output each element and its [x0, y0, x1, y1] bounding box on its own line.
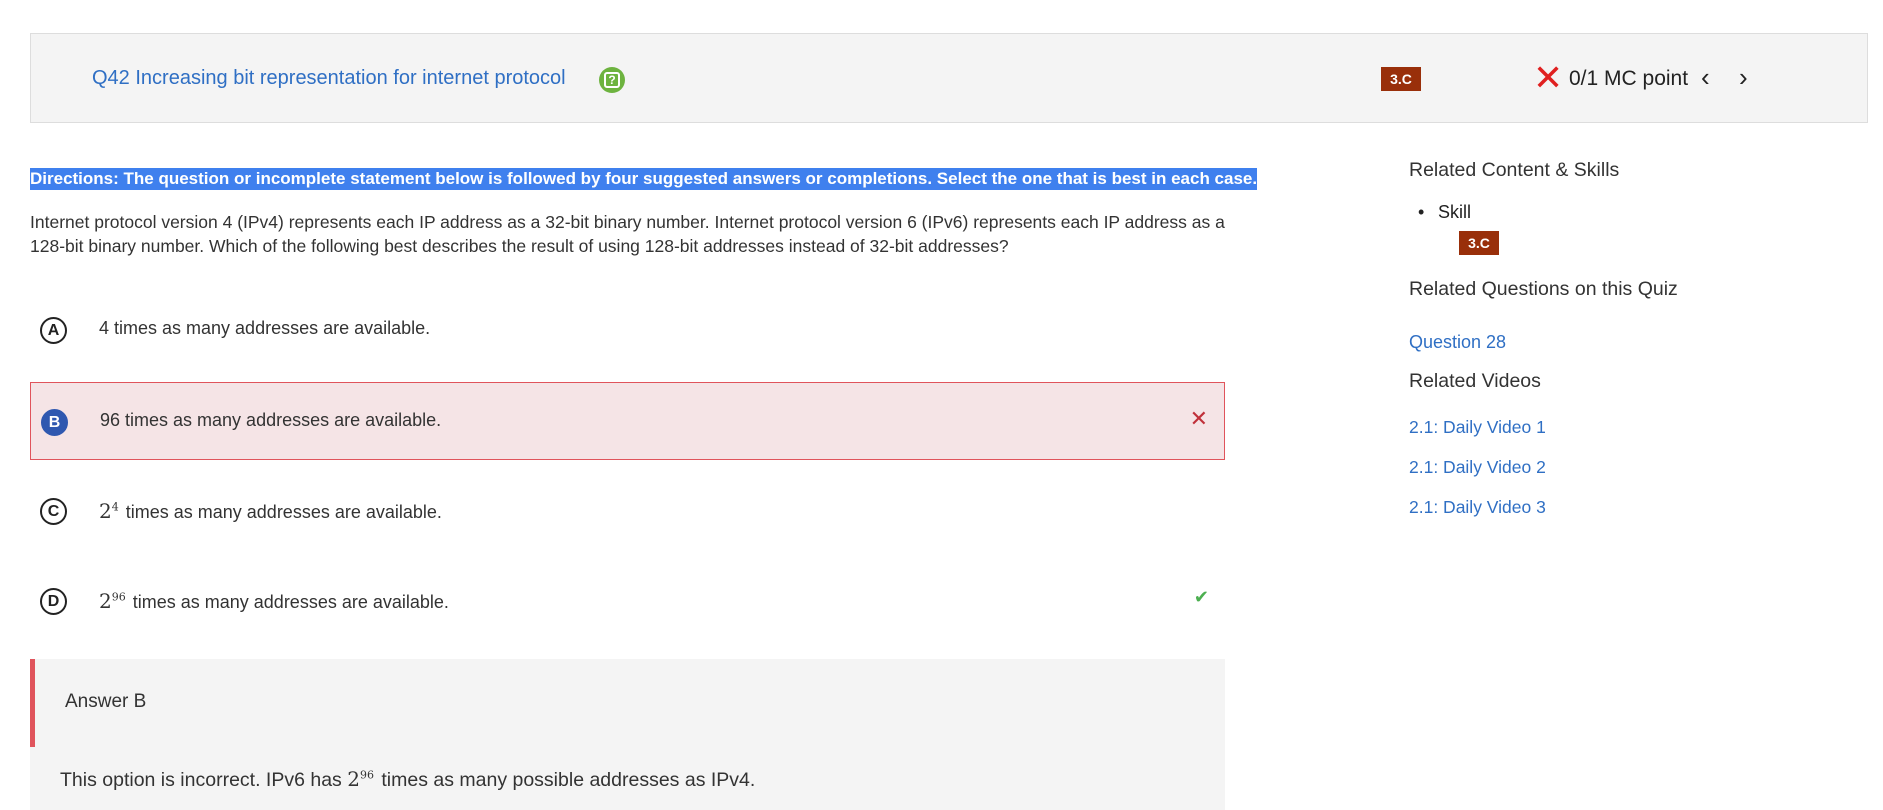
next-question-icon[interactable]: › — [1739, 62, 1748, 92]
related-questions-heading: Related Questions on this Quiz — [1409, 278, 1678, 300]
option-letter[interactable]: C — [40, 498, 67, 525]
video-link-2[interactable]: 2.1: Daily Video 2 — [1409, 457, 1546, 478]
previous-question-icon[interactable]: ‹ — [1701, 62, 1710, 92]
incorrect-indicator-bar — [30, 659, 35, 747]
question-title[interactable]: Q42 Increasing bit representation for in… — [92, 67, 566, 90]
question-stem: Internet protocol version 4 (IPv4) repre… — [30, 212, 1225, 256]
answer-explanation: Answer B This option is incorrect. IPv6 … — [30, 659, 1225, 810]
related-videos-heading: Related Videos — [1409, 370, 1541, 392]
option-text: 96 times as many addresses are available… — [100, 410, 442, 430]
answer-option-a[interactable]: A 4 times as many addresses are availabl… — [30, 291, 1225, 369]
math-power: 296 — [99, 589, 126, 613]
related-content-heading: Related Content & Skills — [1409, 159, 1620, 181]
related-question-link[interactable]: Question 28 — [1409, 332, 1506, 353]
checkmark-icon: ✔ — [1193, 587, 1209, 607]
video-link-1[interactable]: 2.1: Daily Video 1 — [1409, 417, 1546, 438]
option-text: 4 times as many addresses are available. — [99, 318, 431, 338]
answer-heading: Answer B — [65, 691, 147, 712]
skill-list-item: Skill — [1418, 202, 1471, 223]
option-letter[interactable]: D — [40, 588, 67, 615]
answer-body: This option is incorrect. IPv6 has 296 t… — [60, 767, 756, 791]
video-link-3[interactable]: 2.1: Daily Video 3 — [1409, 497, 1546, 518]
option-letter[interactable]: B — [41, 409, 68, 436]
math-power: 296 — [347, 767, 374, 791]
option-text: 24 times as many addresses are available… — [99, 499, 442, 523]
skill-badge: 3.C — [1381, 67, 1421, 91]
question-mark-icon[interactable]: ? — [599, 67, 625, 93]
answer-option-d[interactable]: D 296 times as many addresses are availa… — [30, 562, 1225, 640]
answer-option-c[interactable]: C 24 times as many addresses are availab… — [30, 472, 1225, 550]
option-text: 296 times as many addresses are availabl… — [99, 589, 449, 613]
question-header: Q42 Increasing bit representation for in… — [30, 33, 1868, 123]
red-x-icon: ✕ — [1533, 57, 1564, 98]
score-text: 0/1 MC point — [1569, 67, 1689, 90]
incorrect-x-icon: ✕ — [1189, 406, 1208, 431]
answer-option-b[interactable]: B 96 times as many addresses are availab… — [30, 382, 1225, 460]
option-letter[interactable]: A — [40, 317, 67, 344]
directions-text: Directions: The question or incomplete s… — [30, 168, 1258, 190]
sidebar-skill-badge: 3.C — [1459, 231, 1499, 255]
math-power: 24 — [99, 499, 119, 523]
